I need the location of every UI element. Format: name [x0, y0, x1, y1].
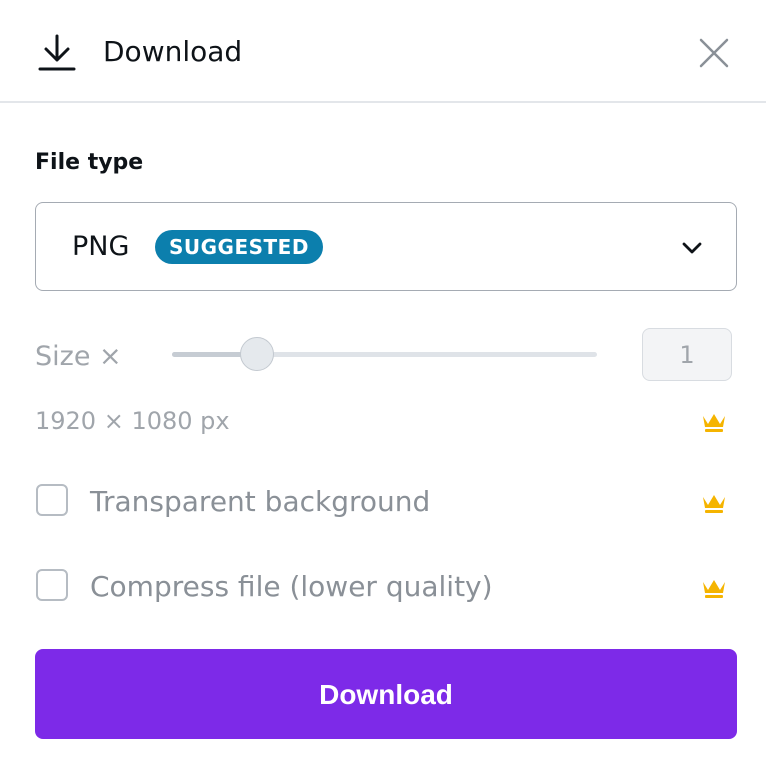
dialog-title: Download — [103, 35, 243, 68]
transparent-background-checkbox[interactable] — [36, 484, 68, 516]
size-label: Size × — [35, 341, 122, 372]
download-icon — [38, 34, 76, 71]
transparent-background-label[interactable]: Transparent background — [90, 484, 430, 520]
download-button[interactable]: Download — [35, 649, 737, 739]
file-type-value: PNG — [72, 231, 130, 262]
crown-icon — [703, 580, 725, 598]
compress-file-label[interactable]: Compress file (lower quality) — [90, 569, 493, 605]
crown-icon — [703, 414, 725, 432]
size-slider-thumb[interactable] — [240, 337, 274, 371]
chevron-down-icon — [682, 242, 702, 254]
dialog-header: Download — [0, 0, 766, 103]
crown-icon — [703, 495, 725, 513]
size-slider-track[interactable] — [172, 352, 597, 357]
compress-file-checkbox[interactable] — [36, 569, 68, 601]
file-type-select[interactable]: PNG SUGGESTED — [35, 202, 737, 291]
file-type-label: File type — [35, 150, 144, 175]
dimensions-text: 1920 × 1080 px — [35, 407, 230, 435]
size-multiplier-input[interactable] — [642, 328, 732, 381]
close-icon[interactable] — [697, 36, 731, 70]
suggested-badge: SUGGESTED — [155, 230, 323, 264]
